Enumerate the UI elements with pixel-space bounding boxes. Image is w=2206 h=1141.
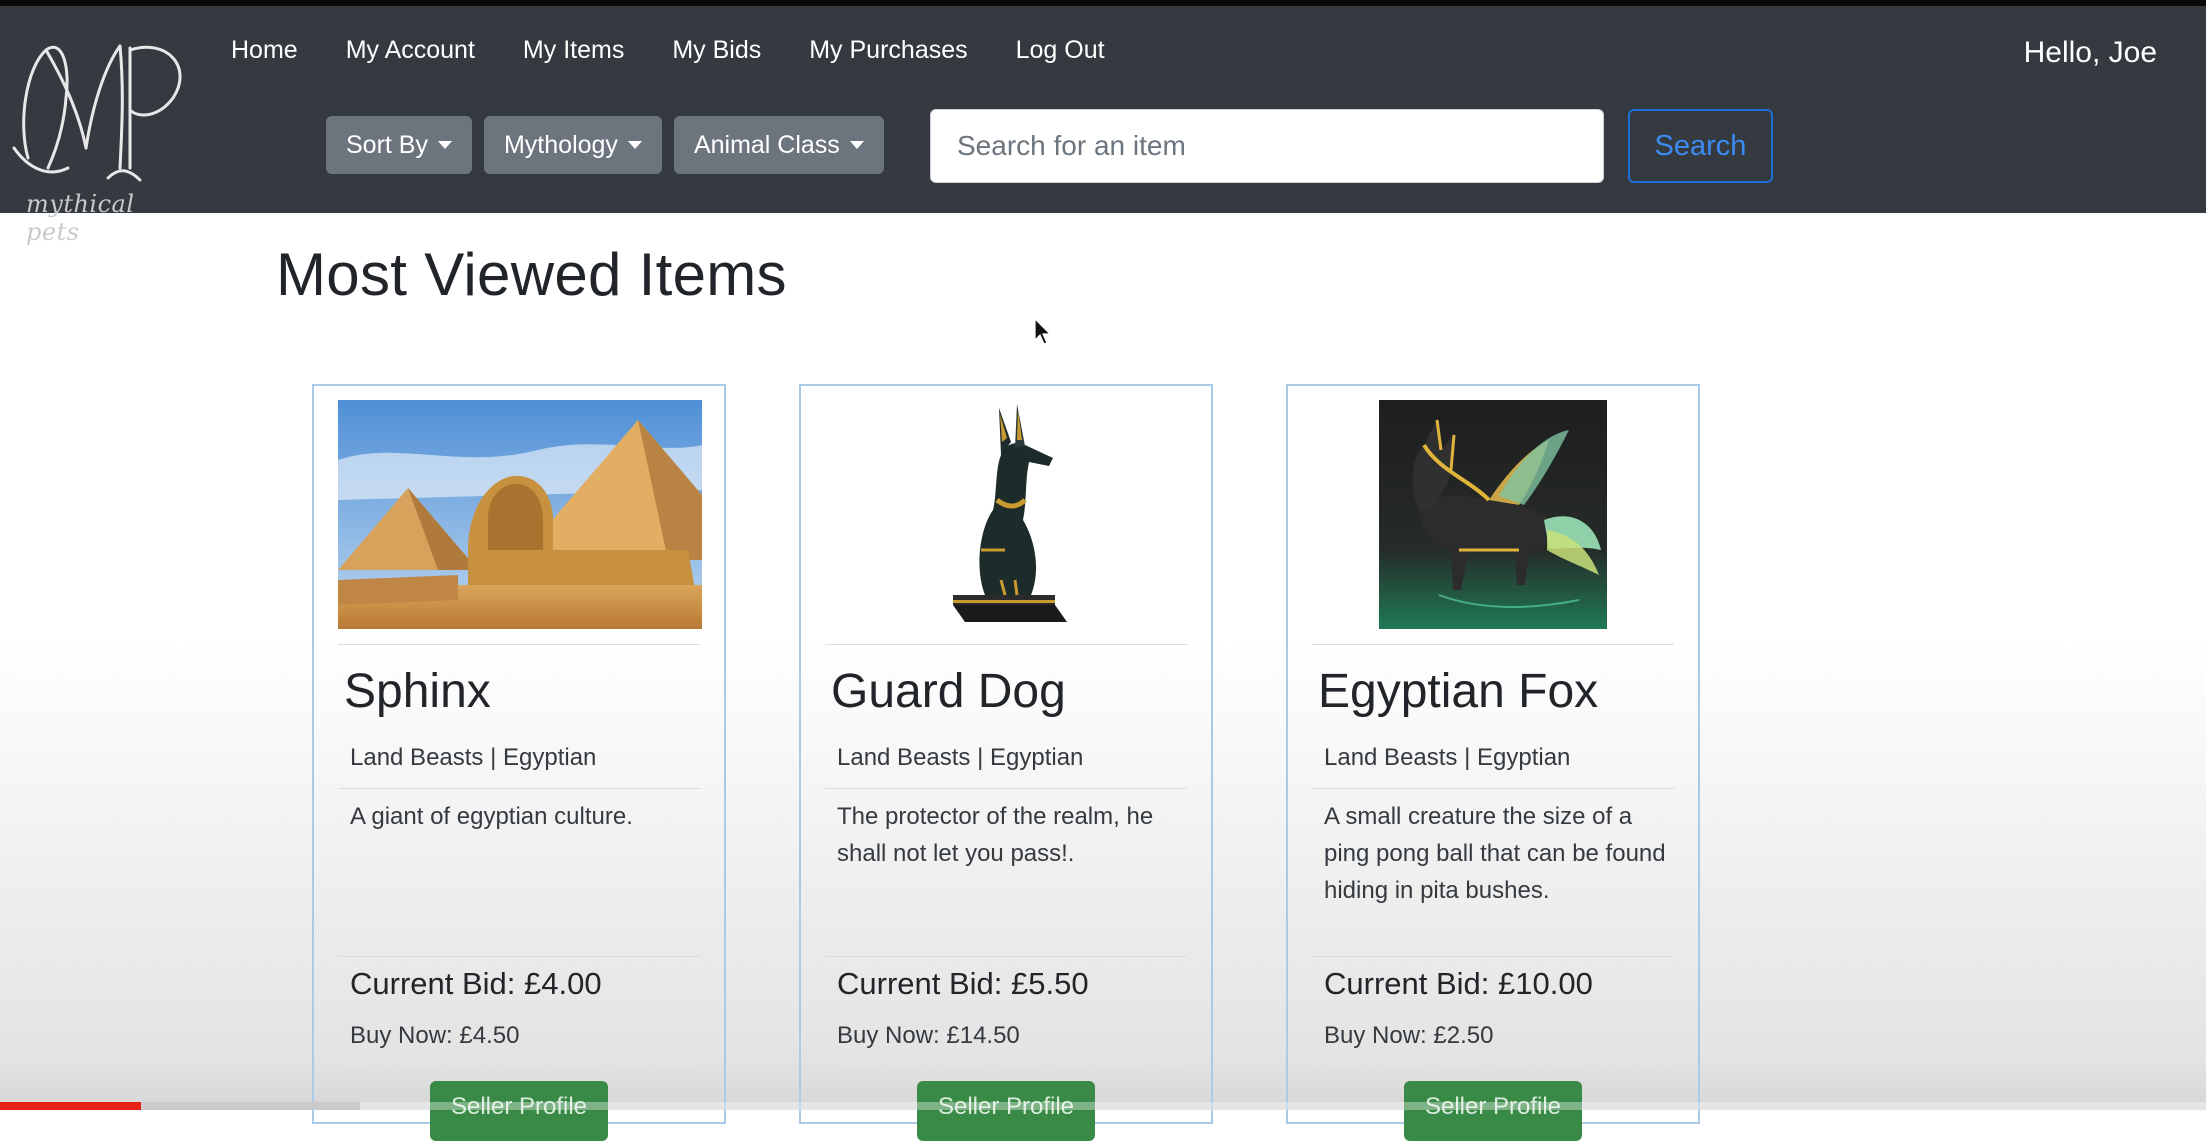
seller-profile-button[interactable]: Seller Profile — [917, 1081, 1095, 1141]
item-name: Egyptian Fox — [1318, 665, 1599, 718]
caret-down-icon — [627, 141, 642, 149]
video-played-bar — [0, 1102, 142, 1110]
seller-profile-button[interactable]: Seller Profile — [1404, 1081, 1582, 1141]
caret-down-icon — [849, 141, 864, 149]
item-name: Guard Dog — [831, 665, 1066, 718]
current-bid: Current Bid: £10.00 — [1324, 966, 1593, 1001]
nav-my-account-link[interactable]: My Account — [346, 36, 475, 65]
caret-down-icon — [437, 141, 452, 149]
animal-class-label: Animal Class — [693, 130, 840, 159]
nav-log-out-link[interactable]: Log Out — [1016, 36, 1105, 65]
item-card-egyptian-fox[interactable]: Egyptian Fox Land Beasts | Egyptian A sm… — [1286, 384, 1700, 1141]
buy-now-price: Buy Now: £14.50 — [837, 1022, 1020, 1049]
card-divider — [825, 1068, 1187, 1069]
card-divider — [1312, 788, 1674, 789]
logo-subtitle: mythical pets — [26, 190, 135, 246]
nav-home-link[interactable]: Home — [231, 36, 298, 65]
card-divider — [825, 788, 1187, 789]
card-divider — [338, 1068, 700, 1069]
mouse-cursor-icon — [1034, 318, 1052, 345]
item-card-guard-dog[interactable]: Guard Dog Land Beasts | Egyptian The pro… — [799, 384, 1213, 1141]
sphinx-image — [338, 400, 702, 629]
item-category: Land Beasts | Egyptian — [350, 744, 597, 771]
mp-monogram-icon — [12, 44, 182, 182]
current-bid: Current Bid: £4.00 — [350, 966, 602, 1001]
current-bid: Current Bid: £5.50 — [837, 966, 1089, 1001]
item-name: Sphinx — [344, 665, 491, 718]
card-divider — [825, 644, 1187, 645]
nav-my-items-link[interactable]: My Items — [523, 36, 624, 65]
nav-links: Home My Account My Items My Bids My Purc… — [231, 36, 1105, 65]
mythology-dropdown[interactable]: Mythology — [483, 116, 662, 174]
buy-now-price: Buy Now: £4.50 — [350, 1022, 520, 1049]
navbar: mythical pets Home My Account My Items M… — [0, 6, 2206, 246]
item-card-sphinx[interactable]: Sphinx Land Beasts | Egyptian A giant of… — [312, 384, 726, 1141]
card-divider — [338, 644, 700, 645]
card-divider — [1312, 956, 1674, 957]
card-divider — [338, 788, 700, 789]
buy-now-price: Buy Now: £2.50 — [1324, 1022, 1494, 1049]
user-greeting: Hello, Joe — [2023, 36, 2157, 69]
nav-my-bids-link[interactable]: My Bids — [672, 36, 761, 65]
search-button[interactable]: Search — [1628, 109, 1773, 183]
mythology-label: Mythology — [503, 130, 618, 159]
page-title: Most Viewed Items — [276, 241, 787, 308]
item-description: A small creature the size of a ping pong… — [1324, 803, 1666, 904]
sort-by-dropdown[interactable]: Sort By — [326, 116, 472, 174]
animal-class-dropdown[interactable]: Animal Class — [673, 116, 884, 174]
mythical-pets-logo[interactable]: mythical pets — [8, 28, 188, 246]
filter-dropdowns: Sort By Mythology Animal Class — [326, 116, 884, 174]
video-progress-bar[interactable] — [0, 1102, 2206, 1110]
search-input[interactable] — [930, 109, 1604, 183]
card-divider — [825, 956, 1187, 957]
card-divider — [338, 956, 700, 957]
nav-my-purchases-link[interactable]: My Purchases — [809, 36, 967, 65]
guard-dog-image — [953, 404, 1067, 622]
item-description: A giant of egyptian culture. — [350, 803, 633, 830]
item-category: Land Beasts | Egyptian — [1324, 744, 1571, 771]
card-divider — [1312, 644, 1674, 645]
seller-profile-button[interactable]: Seller Profile — [430, 1081, 608, 1141]
sort-by-label: Sort By — [346, 130, 428, 159]
item-category: Land Beasts | Egyptian — [837, 744, 1084, 771]
egyptian-fox-image — [1379, 400, 1607, 629]
item-description: The protector of the realm, he shall not… — [837, 803, 1154, 867]
card-divider — [1312, 1068, 1674, 1069]
